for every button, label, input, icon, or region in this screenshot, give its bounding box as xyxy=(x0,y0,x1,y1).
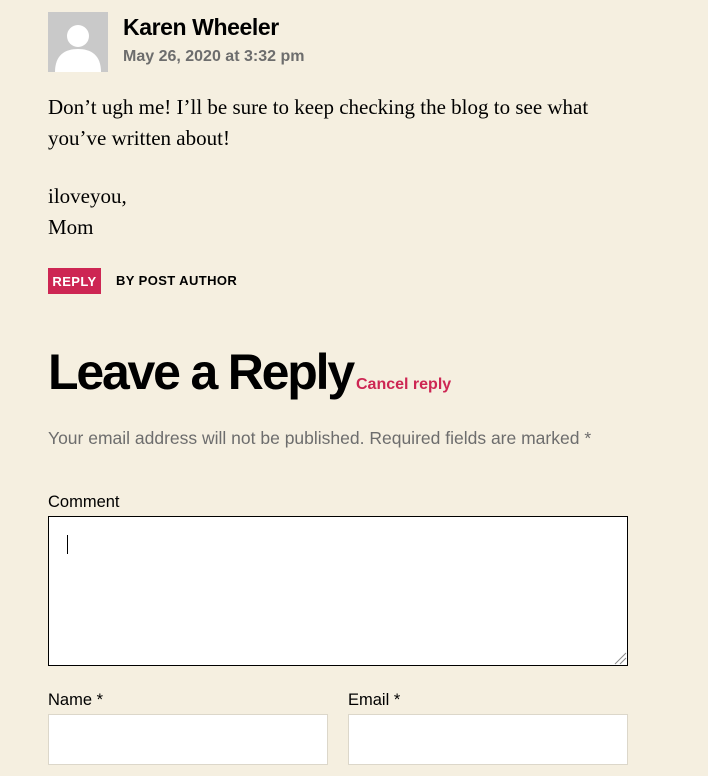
comment-closing: iloveyou, xyxy=(48,184,127,208)
reply-button[interactable]: REPLY xyxy=(48,268,101,294)
text-cursor xyxy=(67,535,68,554)
email-field[interactable] xyxy=(348,714,628,765)
name-label: Name * xyxy=(48,691,104,709)
name-field[interactable] xyxy=(48,714,328,765)
comment-date-link[interactable]: May 26, 2020 at 3:32 pm xyxy=(123,48,304,66)
resize-handle-icon[interactable] xyxy=(613,651,627,665)
comment-paragraph: iloveyou, Mom xyxy=(48,181,648,243)
avatar xyxy=(48,12,108,72)
leave-reply-heading: Leave a Reply xyxy=(48,344,355,400)
comment-body: Don’t ugh me! I’ll be sure to keep check… xyxy=(48,92,648,243)
email-label: Email * xyxy=(348,691,401,709)
default-user-icon xyxy=(48,12,108,72)
comment-author-name[interactable]: Karen Wheeler xyxy=(123,14,279,41)
comment-textarea[interactable] xyxy=(48,516,628,666)
comment-paragraph: Don’t ugh me! I’ll be sure to keep check… xyxy=(48,95,589,150)
comment-label: Comment xyxy=(48,493,120,511)
comment-notes: Your email address will not be published… xyxy=(48,428,592,448)
by-post-author-label: BY POST AUTHOR xyxy=(116,273,238,288)
comment-signoff: Mom xyxy=(48,215,94,239)
cancel-reply-link[interactable]: Cancel reply xyxy=(356,376,451,394)
